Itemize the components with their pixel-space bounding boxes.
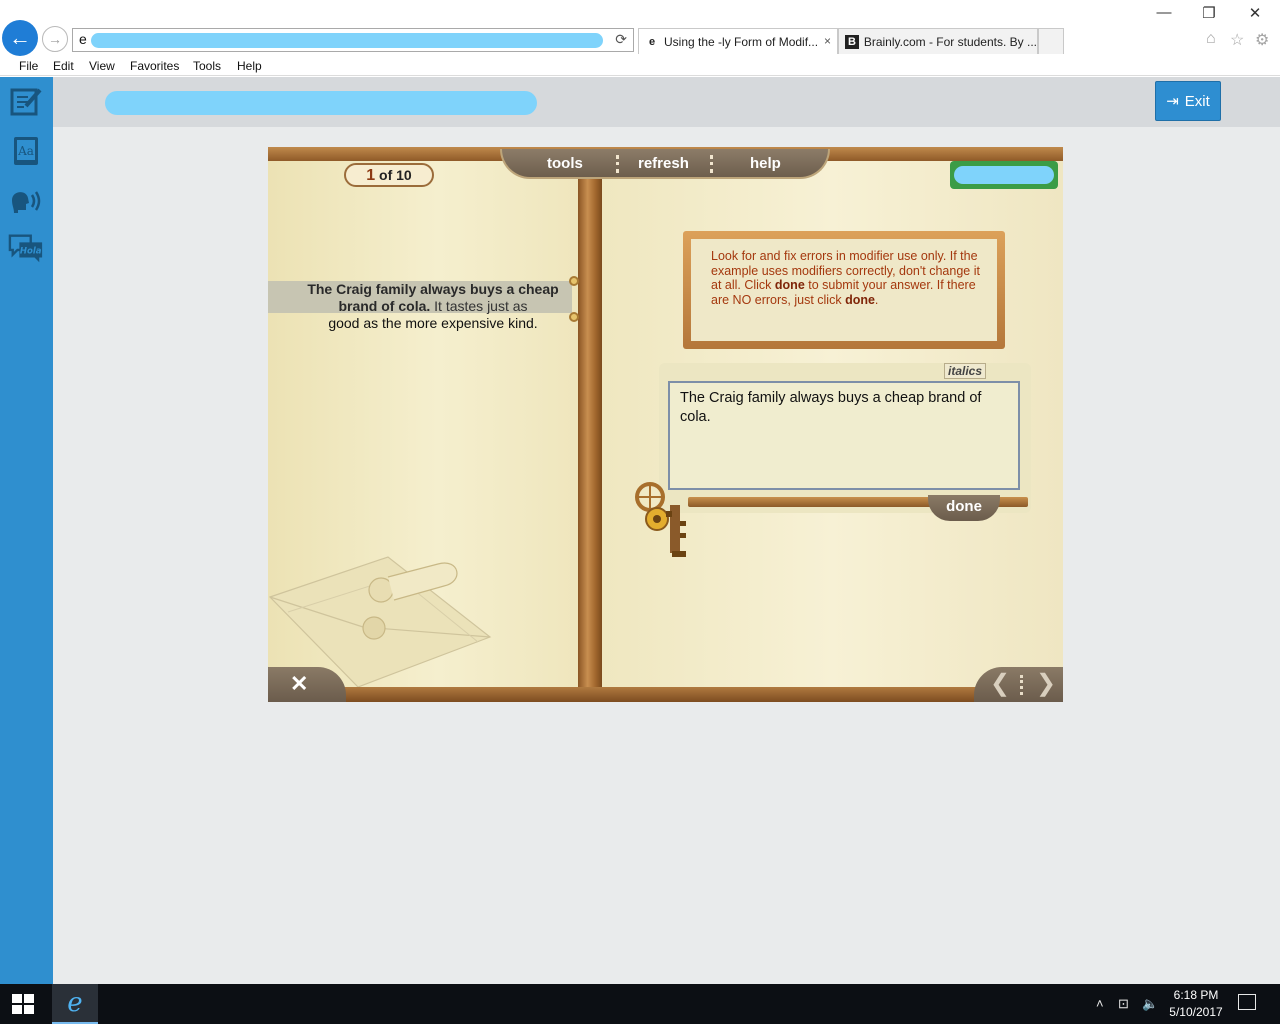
- tab-label: Using the -ly Form of Modif...: [664, 34, 819, 49]
- tab-brainly[interactable]: B Brainly.com - For students. By ...: [838, 28, 1038, 54]
- settings-gear-icon[interactable]: ⚙: [1255, 30, 1269, 50]
- address-text: e: [79, 31, 87, 47]
- restore-button[interactable]: ❐: [1194, 4, 1224, 24]
- minimize-button[interactable]: —: [1149, 4, 1179, 24]
- ie-page-icon: e: [648, 35, 656, 48]
- exit-label: Exit: [1184, 92, 1210, 110]
- tab-active[interactable]: e Using the -ly Form of Modif... ×: [638, 28, 838, 54]
- notepad-icon[interactable]: [8, 83, 44, 119]
- answer-textarea[interactable]: [668, 381, 1020, 490]
- help-button[interactable]: help: [750, 155, 781, 172]
- passage-continuation: It tastes just as: [430, 298, 528, 314]
- redacted-url: [91, 33, 603, 48]
- internet-explorer-taskbar-icon[interactable]: e: [52, 984, 98, 1024]
- forward-button[interactable]: →: [42, 26, 68, 52]
- menu-favorites[interactable]: Favorites: [130, 59, 179, 73]
- next-page-button[interactable]: ❯: [1036, 669, 1056, 698]
- question-counter: 1 of 10: [344, 163, 434, 187]
- back-button[interactable]: ←: [2, 20, 38, 56]
- instructions-text: Look for and fix errors in modifier use …: [691, 239, 997, 341]
- tool-rail: Aa Hola: [0, 77, 53, 984]
- separator: [616, 155, 619, 173]
- brainly-icon: B: [845, 34, 859, 49]
- clock-date[interactable]: 5/10/2017: [1162, 1005, 1230, 1019]
- arrow-left-icon: ←: [9, 25, 31, 50]
- instructions-done-2: done: [845, 292, 875, 307]
- home-icon[interactable]: ⌂: [1206, 30, 1216, 48]
- tools-bar: tools refresh help: [500, 149, 830, 179]
- volume-icon[interactable]: 🔈: [1142, 996, 1158, 1012]
- prev-page-button[interactable]: ❮: [990, 669, 1010, 698]
- app-header: ⇥ Exit: [53, 77, 1280, 127]
- menu-file[interactable]: File: [19, 59, 38, 73]
- current-question: 1: [366, 167, 376, 184]
- done-button[interactable]: done: [928, 495, 1000, 521]
- window-close-button[interactable]: ✕: [1240, 4, 1270, 24]
- redacted-badge: [954, 166, 1054, 184]
- separator: [710, 155, 713, 173]
- passage-text: The Craig family always buys a cheap bra…: [302, 281, 564, 332]
- menu-edit[interactable]: Edit: [53, 59, 74, 73]
- redacted-title: [105, 91, 537, 115]
- book-spine: [578, 161, 602, 687]
- instructions-part-3: .: [874, 292, 879, 307]
- tab-label: Brainly.com - For students. By ...: [863, 34, 1037, 49]
- notification-icon[interactable]: [1238, 994, 1256, 1010]
- question-total: of 10: [379, 167, 412, 183]
- browser-toolbar: ← → e ⟳ e Using the -ly Form of Modif...…: [0, 0, 1280, 56]
- translate-icon[interactable]: Hola: [8, 231, 44, 267]
- chevron-up-icon[interactable]: ˄: [1096, 996, 1104, 1011]
- menu-tools[interactable]: Tools: [193, 59, 221, 73]
- menu-help[interactable]: Help: [237, 59, 262, 73]
- windows-start-icon[interactable]: [12, 994, 34, 1014]
- separator: [1020, 675, 1023, 695]
- refresh-icon[interactable]: ⟳: [615, 31, 627, 48]
- hinge-top: [569, 276, 579, 286]
- italics-button[interactable]: italics: [944, 363, 986, 379]
- instructions-panel: Look for and fix errors in modifier use …: [683, 231, 1005, 349]
- refresh-button[interactable]: refresh: [638, 155, 689, 172]
- exit-button[interactable]: ⇥ Exit: [1155, 81, 1221, 121]
- menu-view[interactable]: View: [89, 59, 115, 73]
- clock-time[interactable]: 6:18 PM: [1168, 988, 1224, 1002]
- page-nav: ❮ ❯: [974, 667, 1063, 702]
- tools-button[interactable]: tools: [547, 155, 583, 172]
- close-icon[interactable]: ×: [824, 34, 831, 48]
- new-tab-button[interactable]: [1038, 28, 1064, 54]
- favorites-star-icon[interactable]: ☆: [1230, 30, 1244, 50]
- network-icon[interactable]: ⊡: [1118, 996, 1129, 1012]
- taskbar: e ˄ ⊡ 🔈 6:18 PM 5/10/2017: [0, 984, 1280, 1024]
- svg-text:Aa: Aa: [17, 144, 34, 158]
- close-activity-button[interactable]: ✕: [268, 667, 346, 702]
- score-badge: [950, 161, 1058, 189]
- arrow-right-icon: →: [48, 31, 62, 47]
- menu-bar: File Edit View Favorites Tools Help: [0, 56, 1280, 76]
- text-to-speech-icon[interactable]: [8, 183, 44, 219]
- instructions-done-1: done: [774, 278, 805, 293]
- translate-badge-text: Hola: [20, 247, 42, 257]
- close-icon: ✕: [290, 671, 309, 696]
- dictionary-icon[interactable]: Aa: [8, 133, 44, 169]
- passage-line-3: good as the more expensive kind.: [328, 315, 538, 331]
- bottom-frame: [268, 687, 1063, 702]
- hinge-bottom: [569, 312, 579, 322]
- exit-door-icon: ⇥: [1166, 93, 1179, 110]
- address-bar[interactable]: e ⟳: [72, 28, 634, 52]
- activity-book: tools refresh help 1 of 10 The Craig fam…: [268, 147, 1063, 702]
- gear-key-icon: [635, 482, 686, 557]
